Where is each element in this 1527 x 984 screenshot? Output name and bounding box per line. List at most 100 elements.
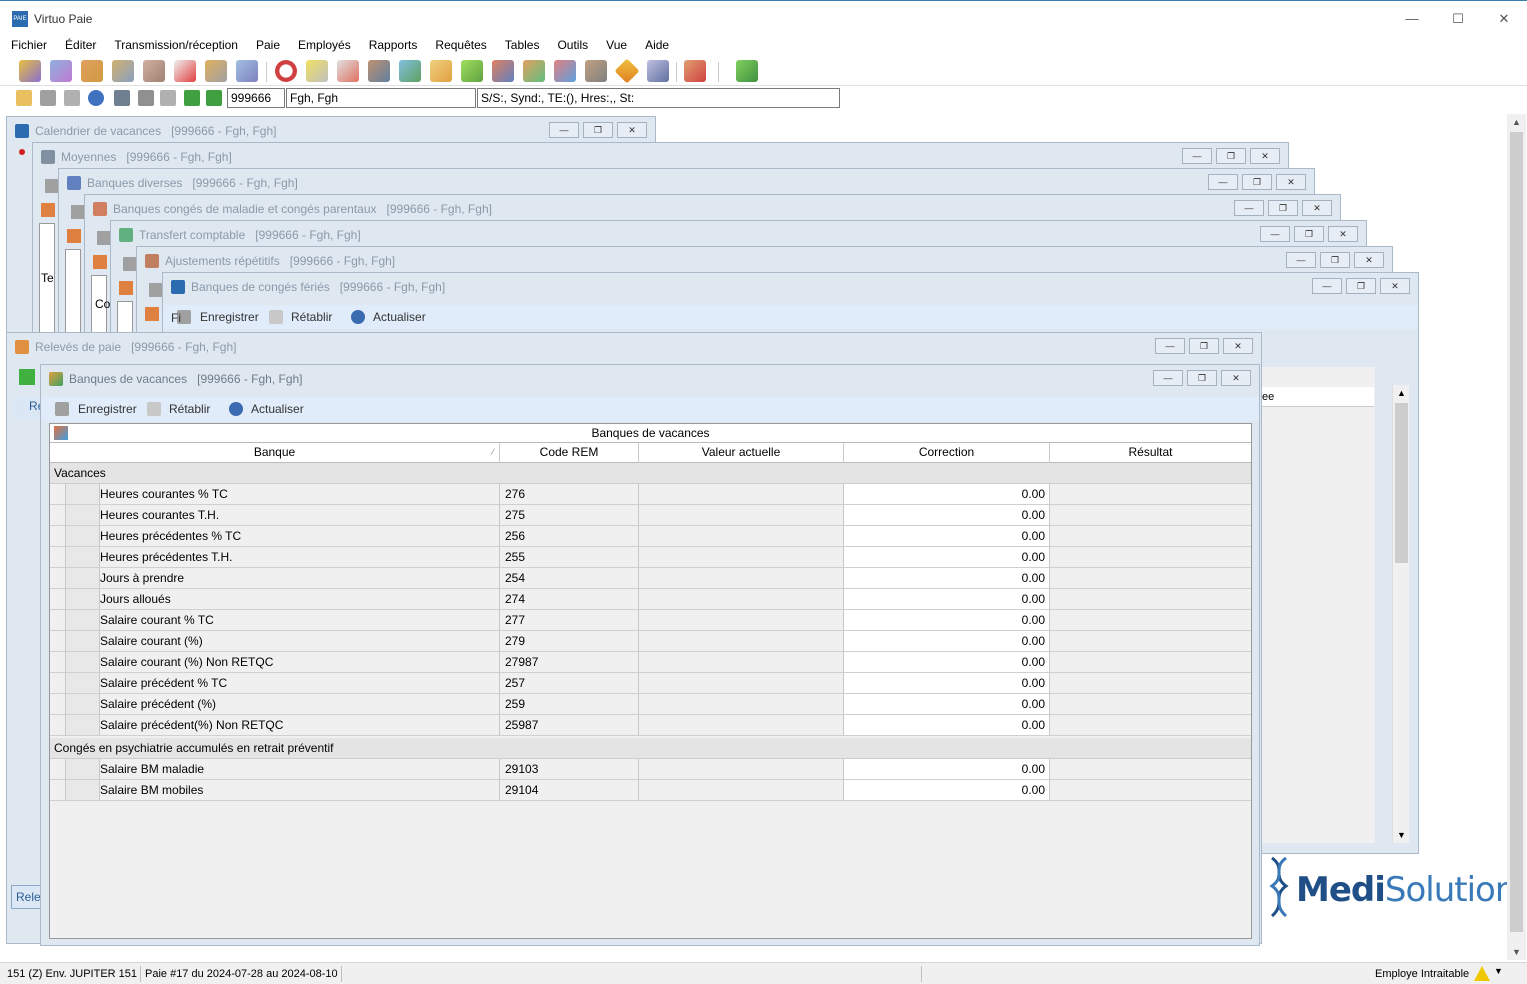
row-selector[interactable] [66, 589, 100, 609]
table-row[interactable]: Jours alloués 274 0.00 [50, 589, 1251, 610]
table-row[interactable]: Salaire BM mobiles 29104 0.00 [50, 780, 1251, 801]
table-row[interactable]: Heures courantes T.H. 275 0.00 [50, 505, 1251, 526]
menu-fichier[interactable]: Fichier [11, 36, 47, 56]
scroll-thumb[interactable] [1510, 132, 1523, 932]
cell-correction[interactable]: 0.00 [844, 652, 1050, 672]
previous-arrow-icon[interactable] [184, 90, 200, 106]
clock-icon[interactable] [275, 60, 297, 82]
window-banques-vacances[interactable]: Banques de vacances [999666 - Fgh, Fgh] … [40, 364, 1260, 946]
undo-icon[interactable] [64, 90, 80, 106]
row-selector[interactable] [66, 526, 100, 546]
diamond-icon[interactable] [614, 58, 640, 84]
accounting-icon[interactable] [399, 60, 421, 82]
team-icon[interactable] [523, 60, 545, 82]
menu-employes[interactable]: Employés [298, 36, 351, 56]
restore-button[interactable]: ❐ [1216, 148, 1246, 164]
restore-button[interactable]: ❐ [1346, 278, 1376, 294]
cell-correction[interactable]: 0.00 [844, 505, 1050, 525]
minimize-button[interactable]: — [1389, 1, 1435, 37]
column-resultat[interactable]: Résultat [1050, 443, 1251, 463]
minimize-button[interactable]: — [1182, 148, 1212, 164]
menu-vue[interactable]: Vue [606, 36, 627, 56]
menu-requetes[interactable]: Requêtes [435, 36, 486, 56]
filter-icon[interactable] [160, 90, 176, 106]
menu-paie[interactable]: Paie [256, 36, 280, 56]
minimize-button[interactable]: — [549, 122, 579, 138]
dropdown-arrow-icon[interactable]: ▼ [1494, 966, 1503, 976]
row-selector[interactable] [66, 694, 100, 714]
money-bags-icon[interactable] [205, 60, 227, 82]
minimize-button[interactable]: — [1155, 338, 1185, 354]
employee-name-field[interactable]: Fgh, Fgh [286, 88, 476, 108]
menu-tables[interactable]: Tables [505, 36, 540, 56]
close-button[interactable]: ✕ [1354, 252, 1384, 268]
minimize-button[interactable]: — [1312, 278, 1342, 294]
cell-correction[interactable]: 0.00 [844, 759, 1050, 779]
search-person-icon[interactable] [114, 90, 130, 106]
workspace-scrollbar[interactable]: ▲ ▼ [1507, 114, 1526, 960]
scroll-up-icon[interactable]: ▲ [1507, 114, 1526, 130]
restore-button[interactable]: ❐ [1320, 252, 1350, 268]
save-icon[interactable] [40, 90, 56, 106]
close-button[interactable]: ✕ [1380, 278, 1410, 294]
save-icon[interactable] [71, 205, 85, 219]
menu-rapports[interactable]: Rapports [369, 36, 418, 56]
envelope-icon[interactable] [337, 60, 359, 82]
group-icon[interactable] [81, 60, 103, 82]
save-icon[interactable] [123, 257, 137, 271]
bank-person-icon[interactable] [112, 60, 134, 82]
releves-bottom-tab[interactable]: Rele [11, 885, 43, 909]
person-file-icon[interactable] [143, 60, 165, 82]
package-icon[interactable] [736, 60, 758, 82]
archive-icon[interactable] [585, 60, 607, 82]
settings-icon[interactable] [138, 90, 154, 106]
close-button[interactable]: ✕ [1221, 370, 1251, 386]
people-icon[interactable] [368, 60, 390, 82]
row-selector[interactable] [66, 568, 100, 588]
row-selector[interactable] [66, 610, 100, 630]
close-button[interactable]: ✕ [1302, 200, 1332, 216]
table-row[interactable]: Salaire courant (%) Non RETQC 27987 0.00 [50, 652, 1251, 673]
column-code-rem[interactable]: Code REM [500, 443, 639, 463]
row-selector[interactable] [66, 652, 100, 672]
restore-button[interactable]: ❐ [1268, 200, 1298, 216]
cell-correction[interactable]: 0.00 [844, 780, 1050, 800]
grid-options-icon[interactable] [54, 426, 68, 440]
table-row[interactable]: Salaire BM maladie 29103 0.00 [50, 759, 1251, 780]
refresh-icon[interactable] [88, 90, 104, 106]
scroll-up-icon[interactable]: ▲ [1393, 385, 1410, 401]
close-button[interactable]: ✕ [1328, 226, 1358, 242]
person-alert-icon[interactable] [684, 60, 706, 82]
pen-icon[interactable] [647, 60, 669, 82]
employee-file-icon[interactable] [50, 60, 72, 82]
menu-aide[interactable]: Aide [645, 36, 669, 56]
report-icon[interactable] [554, 60, 576, 82]
menu-editer[interactable]: Éditer [65, 36, 96, 56]
cell-correction[interactable]: 0.00 [844, 568, 1050, 588]
cash-icon[interactable] [461, 60, 483, 82]
row-selector[interactable] [66, 780, 100, 800]
menu-outils[interactable]: Outils [557, 36, 588, 56]
row-selector[interactable] [66, 759, 100, 779]
row-selector[interactable] [66, 484, 100, 504]
scroll-down-icon[interactable]: ▼ [1393, 827, 1410, 843]
cell-correction[interactable]: 0.00 [844, 694, 1050, 714]
column-valeur-actuelle[interactable]: Valeur actuelle [639, 443, 844, 463]
save-icon[interactable] [45, 179, 59, 193]
close-button[interactable]: ✕ [617, 122, 647, 138]
row-selector[interactable] [66, 673, 100, 693]
close-button[interactable]: ✕ [1276, 174, 1306, 190]
minimize-button[interactable]: — [1286, 252, 1316, 268]
close-button[interactable]: ✕ [1250, 148, 1280, 164]
medical-icon[interactable] [174, 60, 196, 82]
releves-tab[interactable]: Re [13, 395, 44, 419]
menu-transmission[interactable]: Transmission/réception [114, 36, 238, 56]
worker-icon[interactable] [492, 60, 514, 82]
restore-button[interactable]: ❐ [1189, 338, 1219, 354]
save-icon[interactable] [97, 231, 111, 245]
save-button[interactable]: Enregistrer [200, 310, 259, 324]
cell-correction[interactable]: 0.00 [844, 484, 1050, 504]
minimize-button[interactable]: — [1153, 370, 1183, 386]
column-correction[interactable]: Correction [844, 443, 1050, 463]
table-row[interactable]: Salaire courant % TC 277 0.00 [50, 610, 1251, 631]
